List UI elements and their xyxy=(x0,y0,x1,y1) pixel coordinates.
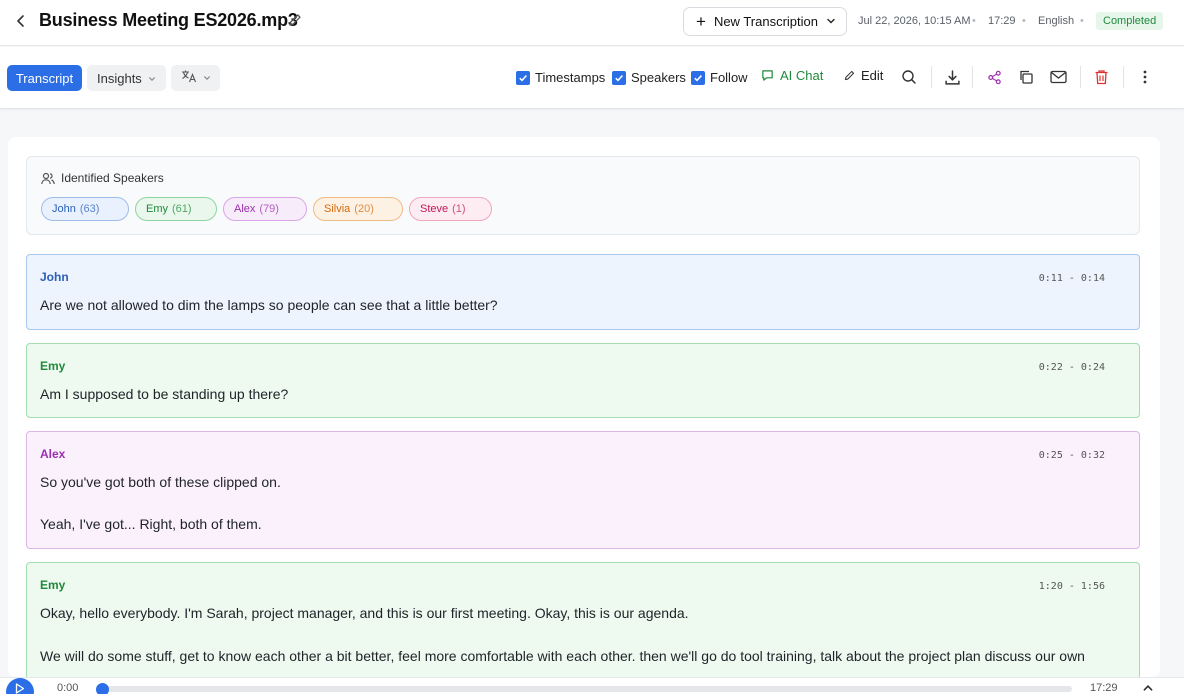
translate-icon xyxy=(181,69,197,88)
speaker-name: Silvia xyxy=(324,203,351,215)
speakers-label: Speakers xyxy=(631,70,686,85)
segment-text: Okay, hello everybody. I'm Sarah, projec… xyxy=(40,605,689,621)
chat-icon xyxy=(761,69,774,82)
speaker-chip-john[interactable]: John (63) xyxy=(41,197,129,221)
edit-button[interactable]: Edit xyxy=(843,68,883,83)
transcript-segment[interactable]: John 0:11 - 0:14 Are we not allowed to d… xyxy=(26,254,1140,330)
speaker-count: (20) xyxy=(354,203,374,215)
segment-text: Am I supposed to be standing up there? xyxy=(40,386,289,402)
current-time: 0:00 xyxy=(57,682,79,694)
timestamps-label: Timestamps xyxy=(535,70,606,85)
pencil-icon xyxy=(843,69,856,82)
identified-speakers-title: Identified Speakers xyxy=(61,171,164,185)
seek-bar[interactable] xyxy=(104,686,1072,692)
tab-insights-label: Insights xyxy=(97,70,142,86)
speaker-chip-emy[interactable]: Emy (61) xyxy=(135,197,217,221)
toolbar-divider xyxy=(1123,66,1124,88)
more-vertical-icon[interactable] xyxy=(1135,67,1155,87)
mail-icon[interactable] xyxy=(1048,67,1068,87)
recording-language: English xyxy=(1038,15,1075,27)
speaker-count: (63) xyxy=(79,203,100,215)
meta-separator: • xyxy=(1080,15,1084,27)
pencil-icon[interactable] xyxy=(287,12,303,28)
play-button[interactable] xyxy=(6,678,34,694)
speaker-count: (1) xyxy=(452,203,466,215)
segment-text: So you've got both of these clipped on. xyxy=(40,474,281,490)
check-icon xyxy=(691,70,705,85)
plus-icon: + xyxy=(696,12,706,31)
segment-speaker: Emy xyxy=(40,359,66,373)
speaker-chip-silvia[interactable]: Silvia (20) xyxy=(313,197,403,221)
segment-text: Are we not allowed to dim the lamps so p… xyxy=(40,297,498,313)
share-icon[interactable] xyxy=(984,67,1004,87)
speaker-count: (79) xyxy=(259,203,279,215)
transcript-segment[interactable]: Alex 0:25 - 0:32 So you've got both of t… xyxy=(26,431,1140,549)
chevron-down-icon xyxy=(826,14,836,29)
header-bar: Business Meeting ES2026.mp3 + New Transc… xyxy=(0,0,1184,46)
follow-toggle[interactable]: Follow xyxy=(691,70,748,85)
new-transcription-button[interactable]: + New Transcription xyxy=(683,7,847,36)
speakers-toggle[interactable]: Speakers xyxy=(612,70,686,85)
speaker-count: (61) xyxy=(172,203,192,215)
speaker-name: John xyxy=(52,203,76,215)
chevron-down-icon xyxy=(148,71,156,86)
seek-handle[interactable] xyxy=(96,683,109,694)
toolbar-divider xyxy=(972,66,973,88)
meta-separator: • xyxy=(972,15,976,27)
speaker-name: Emy xyxy=(146,203,168,215)
segment-timestamp[interactable]: 0:25 - 0:32 xyxy=(1039,450,1105,461)
play-icon xyxy=(15,683,25,694)
segment-text: We will do some stuff, get to know each … xyxy=(40,648,1085,664)
identified-speakers-panel: Identified Speakers John (63) Emy (61) Ale… xyxy=(26,156,1140,235)
tab-transcript[interactable]: Transcript xyxy=(7,65,82,91)
toolbar-divider xyxy=(1080,66,1081,88)
toolbar: Transcript Insights Timestamps Speakers … xyxy=(0,47,1184,109)
segment-speaker: Alex xyxy=(40,447,66,461)
segment-timestamp[interactable]: 0:22 - 0:24 xyxy=(1039,362,1105,373)
check-icon xyxy=(612,70,626,85)
meta-separator: • xyxy=(1022,15,1026,27)
follow-label: Follow xyxy=(710,70,748,85)
copy-icon[interactable] xyxy=(1016,67,1036,87)
trash-icon[interactable] xyxy=(1091,67,1111,87)
speaker-chip-alex[interactable]: Alex (79) xyxy=(223,197,307,221)
segment-text: Yeah, I've got... Right, both of them. xyxy=(40,516,262,532)
page-title: Business Meeting ES2026.mp3 xyxy=(39,10,298,30)
transcript-panel: Identified Speakers John (63) Emy (61) Ale… xyxy=(8,137,1160,677)
audio-player: 0:00 17:29 xyxy=(0,677,1184,694)
recording-duration: 17:29 xyxy=(988,15,1016,27)
timestamps-toggle[interactable]: Timestamps xyxy=(516,70,605,85)
status-badge: Completed xyxy=(1096,12,1164,30)
segment-timestamp[interactable]: 1:20 - 1:56 xyxy=(1039,581,1105,592)
segment-timestamp[interactable]: 0:11 - 0:14 xyxy=(1039,273,1105,284)
speaker-name: Steve xyxy=(420,203,449,215)
ai-chat-button[interactable]: AI Chat xyxy=(761,68,823,83)
users-icon xyxy=(41,172,55,184)
download-icon[interactable] xyxy=(942,67,962,87)
translate-dropdown[interactable] xyxy=(171,65,220,91)
speaker-name: Alex xyxy=(234,203,256,215)
recording-date: Jul 22, 2026, 10:15 AM xyxy=(858,15,971,27)
segment-speaker: John xyxy=(40,270,69,284)
check-icon xyxy=(516,70,530,85)
identified-speakers-header: Identified Speakers xyxy=(41,171,164,185)
segment-speaker: Emy xyxy=(40,578,66,592)
chevron-down-icon xyxy=(203,69,211,87)
total-time: 17:29 xyxy=(1090,682,1118,694)
toolbar-divider xyxy=(931,66,932,88)
back-chevron-icon[interactable] xyxy=(12,10,30,32)
edit-label: Edit xyxy=(861,68,884,83)
transcript-segment[interactable]: Emy 1:20 - 1:56 Okay, hello everybody. I… xyxy=(26,562,1140,677)
chevron-up-icon[interactable] xyxy=(1142,681,1154,693)
search-icon[interactable] xyxy=(899,67,919,87)
transcript-segment[interactable]: Emy 0:22 - 0:24 Am I supposed to be stan… xyxy=(26,343,1140,418)
ai-chat-label: AI Chat xyxy=(780,68,824,83)
new-transcription-label: New Transcription xyxy=(713,14,818,29)
tab-insights[interactable]: Insights xyxy=(87,65,166,91)
speaker-chip-steve[interactable]: Steve (1) xyxy=(409,197,492,221)
